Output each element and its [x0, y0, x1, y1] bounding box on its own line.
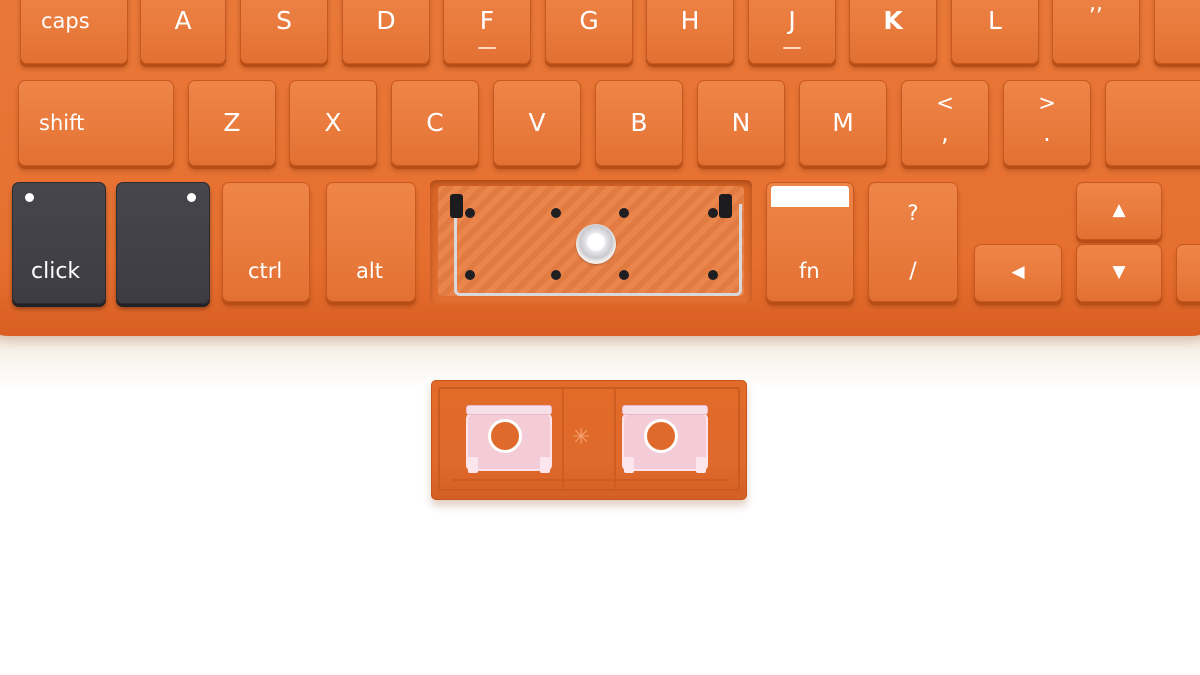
- key-j-label: J: [788, 6, 796, 35]
- key-f-label: F: [479, 6, 495, 35]
- scissor-leg: [624, 457, 634, 473]
- key-arrow-up[interactable]: ▲: [1076, 182, 1162, 240]
- mount-hole: [465, 270, 475, 280]
- key-quote-label: ,,: [1089, 0, 1103, 16]
- key-arrow-down[interactable]: ▼: [1076, 244, 1162, 302]
- key-comma-bottom-label: ,: [941, 119, 949, 147]
- stabilizer-clip-left: [450, 194, 463, 218]
- key-b-label: B: [630, 108, 648, 137]
- mount-hole: [619, 208, 629, 218]
- asterisk-mark: ✳: [572, 425, 591, 450]
- key-fn[interactable]: fn: [766, 182, 854, 302]
- key-a-label: A: [174, 6, 192, 35]
- key-b[interactable]: B: [595, 80, 683, 166]
- key-d-label: D: [376, 6, 396, 35]
- key-fn-label: fn: [799, 259, 820, 283]
- scissor-center-hole: [644, 419, 678, 453]
- scissor-leg: [540, 457, 550, 473]
- key-right-click-led: [187, 193, 196, 202]
- key-x[interactable]: X: [289, 80, 377, 166]
- key-n-label: N: [731, 108, 751, 137]
- key-z[interactable]: Z: [188, 80, 276, 166]
- scissor-center-hole: [488, 419, 522, 453]
- keycap-rib: [562, 389, 564, 489]
- scissor-leg: [696, 457, 706, 473]
- key-fn-color-strip: [771, 186, 849, 207]
- key-a[interactable]: A: [140, 0, 226, 64]
- key-h[interactable]: H: [646, 0, 734, 64]
- key-v[interactable]: V: [493, 80, 581, 166]
- mount-hole: [551, 270, 561, 280]
- key-g[interactable]: G: [545, 0, 633, 64]
- mount-hole: [708, 270, 718, 280]
- key-d[interactable]: D: [342, 0, 430, 64]
- key-arrow-down-label: ▼: [1112, 262, 1126, 282]
- key-right-shift-partial[interactable]: [1105, 80, 1200, 166]
- key-l[interactable]: L: [951, 0, 1039, 64]
- key-h-label: H: [680, 6, 700, 35]
- key-c[interactable]: C: [391, 80, 479, 166]
- key-s[interactable]: S: [240, 0, 328, 64]
- key-j[interactable]: J: [748, 0, 836, 64]
- key-ctrl[interactable]: ctrl: [222, 182, 310, 302]
- keycap-rib: [614, 389, 616, 489]
- key-caps-label: caps: [41, 9, 90, 33]
- key-slash-top-label: ?: [907, 201, 919, 225]
- key-z-label: Z: [223, 108, 241, 137]
- key-arrow-up-label: ▲: [1112, 200, 1126, 220]
- key-k[interactable]: K: [849, 0, 937, 64]
- key-comma-top-label: <: [936, 91, 954, 115]
- key-comma[interactable]: < ,: [901, 80, 989, 166]
- key-ctrl-label: ctrl: [248, 259, 283, 283]
- removed-spacebar-keycap[interactable]: ✳: [431, 380, 747, 500]
- keycap-rib: [452, 479, 728, 481]
- circuit-plate: [438, 186, 744, 296]
- scissor-bar: [466, 405, 552, 415]
- key-arrow-left-label: ◀: [1011, 262, 1025, 282]
- key-k-label: K: [883, 6, 903, 35]
- key-enter-partial[interactable]: [1154, 0, 1200, 64]
- scissor-leg: [468, 457, 478, 473]
- scissor-mechanism-right: [618, 405, 714, 473]
- key-s-label: S: [276, 6, 292, 35]
- mount-hole: [619, 270, 629, 280]
- key-slash-bottom-label: /: [909, 259, 917, 284]
- homing-bump-j: [783, 47, 801, 49]
- key-c-label: C: [426, 108, 444, 137]
- key-quote[interactable]: ,,: [1052, 0, 1140, 64]
- key-alt[interactable]: alt: [326, 182, 416, 302]
- key-n[interactable]: N: [697, 80, 785, 166]
- key-click-label: click: [31, 259, 81, 284]
- key-f[interactable]: F: [443, 0, 531, 64]
- key-caps[interactable]: caps: [20, 0, 128, 64]
- key-click-led: [25, 193, 34, 202]
- key-period-bottom-label: .: [1043, 119, 1051, 147]
- spacebar-socket: [430, 180, 752, 304]
- stabilizer-clip-right: [719, 194, 732, 218]
- key-right-click[interactable]: [116, 182, 210, 304]
- key-m-label: M: [832, 108, 854, 137]
- key-m[interactable]: M: [799, 80, 887, 166]
- key-period[interactable]: > .: [1003, 80, 1091, 166]
- key-alt-label: alt: [356, 259, 383, 283]
- mount-hole: [708, 208, 718, 218]
- key-l-label: L: [988, 6, 1002, 35]
- mount-hole: [551, 208, 561, 218]
- key-shift-label: shift: [39, 111, 85, 135]
- scissor-bar: [622, 405, 708, 415]
- key-v-label: V: [528, 108, 546, 137]
- key-g-label: G: [579, 6, 599, 35]
- key-x-label: X: [324, 108, 342, 137]
- key-arrow-left[interactable]: ◀: [974, 244, 1062, 302]
- key-slash[interactable]: ? /: [868, 182, 958, 302]
- key-shift[interactable]: shift: [18, 80, 174, 166]
- key-click[interactable]: click: [12, 182, 106, 304]
- key-period-top-label: >: [1038, 91, 1056, 115]
- homing-bump-f: [478, 47, 496, 49]
- key-arrow-right-partial[interactable]: [1176, 244, 1200, 302]
- mount-hole: [465, 208, 475, 218]
- rubber-dome-switch[interactable]: [576, 224, 616, 264]
- scissor-mechanism-left: [462, 405, 558, 473]
